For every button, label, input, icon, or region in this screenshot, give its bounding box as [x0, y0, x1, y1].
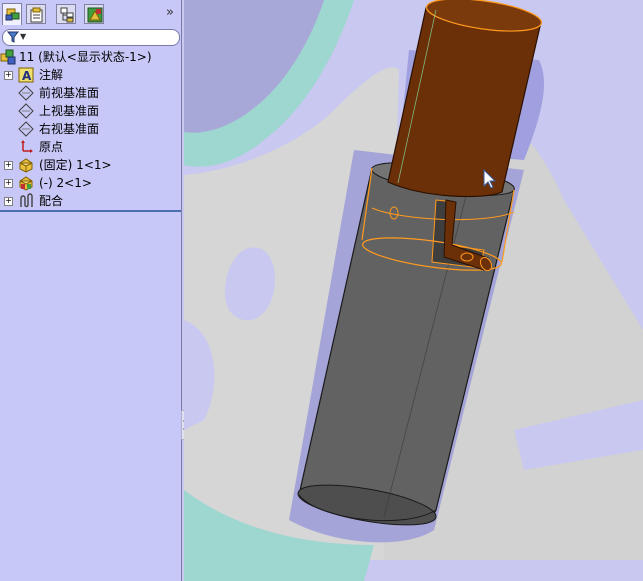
- tree-root[interactable]: 11 (默认<显示状态-1>): [0, 48, 181, 66]
- tree-item-annotations[interactable]: + A 注解: [0, 66, 181, 84]
- tree-separator: [0, 210, 181, 212]
- expand-toggle[interactable]: +: [4, 197, 13, 206]
- property-sheet-icon: [30, 7, 43, 23]
- tree-item-label: 右视基准面: [39, 122, 100, 136]
- expand-toggle[interactable]: +: [4, 161, 13, 170]
- model-view[interactable]: [184, 0, 643, 581]
- plane-icon: [18, 103, 34, 119]
- plane-icon: [18, 85, 34, 101]
- tree-item-label: 上视基准面: [39, 104, 100, 118]
- feature-manager-tabbar: »: [0, 0, 181, 27]
- tree-item-label: 原点: [39, 140, 64, 154]
- configurationmanager-tab[interactable]: [56, 4, 76, 24]
- mate-icon: [20, 193, 33, 208]
- tree-item-component-floating[interactable]: + (-) 2<1>: [0, 174, 181, 192]
- expand-panel-button[interactable]: »: [163, 6, 177, 20]
- tree-item-label: 配合: [39, 194, 64, 208]
- tree-item-label: (固定) 1<1>: [39, 158, 112, 172]
- origin-icon: [21, 140, 33, 153]
- expand-toggle[interactable]: +: [4, 71, 13, 80]
- tree-item-right-plane[interactable]: 右视基准面: [0, 120, 181, 138]
- tree-item-front-plane[interactable]: 前视基准面: [0, 84, 181, 102]
- graphics-viewport[interactable]: [184, 0, 643, 581]
- expand-toggle[interactable]: +: [4, 179, 13, 188]
- feature-manager-panel: » ▼ 11 (默认<显示状态-1>) + A 注解 前视基准面 上视基准面 右…: [0, 0, 182, 581]
- tree-filter-input[interactable]: ▼: [2, 29, 180, 46]
- tree-item-label: 前视基准面: [39, 86, 100, 100]
- tree-item-label: 注解: [39, 68, 64, 82]
- assembly-icon: [0, 49, 16, 65]
- part-icon: [19, 176, 33, 191]
- featuremanager-tab[interactable]: [2, 3, 22, 25]
- filter-icon: [7, 31, 19, 43]
- assembly-tree-icon: [5, 8, 20, 21]
- display-manager-tab[interactable]: [84, 4, 104, 24]
- tree-root-label: 11 (默认<显示状态-1>): [19, 50, 152, 64]
- tree-item-component-fixed[interactable]: + (固定) 1<1>: [0, 156, 181, 174]
- configuration-icon: [60, 7, 74, 23]
- propertymanager-tab[interactable]: [26, 4, 46, 24]
- annotation-icon: A: [18, 67, 34, 83]
- tree-item-label: (-) 2<1>: [39, 176, 92, 190]
- display-pane-icon: [87, 7, 103, 23]
- chevron-down-icon: ▼: [20, 32, 27, 41]
- tree-item-origin[interactable]: 原点: [0, 138, 181, 156]
- svg-text:A: A: [22, 69, 32, 83]
- tree-item-mates[interactable]: + 配合: [0, 192, 181, 210]
- part-icon: [19, 158, 33, 173]
- plane-icon: [18, 121, 34, 137]
- tree-item-top-plane[interactable]: 上视基准面: [0, 102, 181, 120]
